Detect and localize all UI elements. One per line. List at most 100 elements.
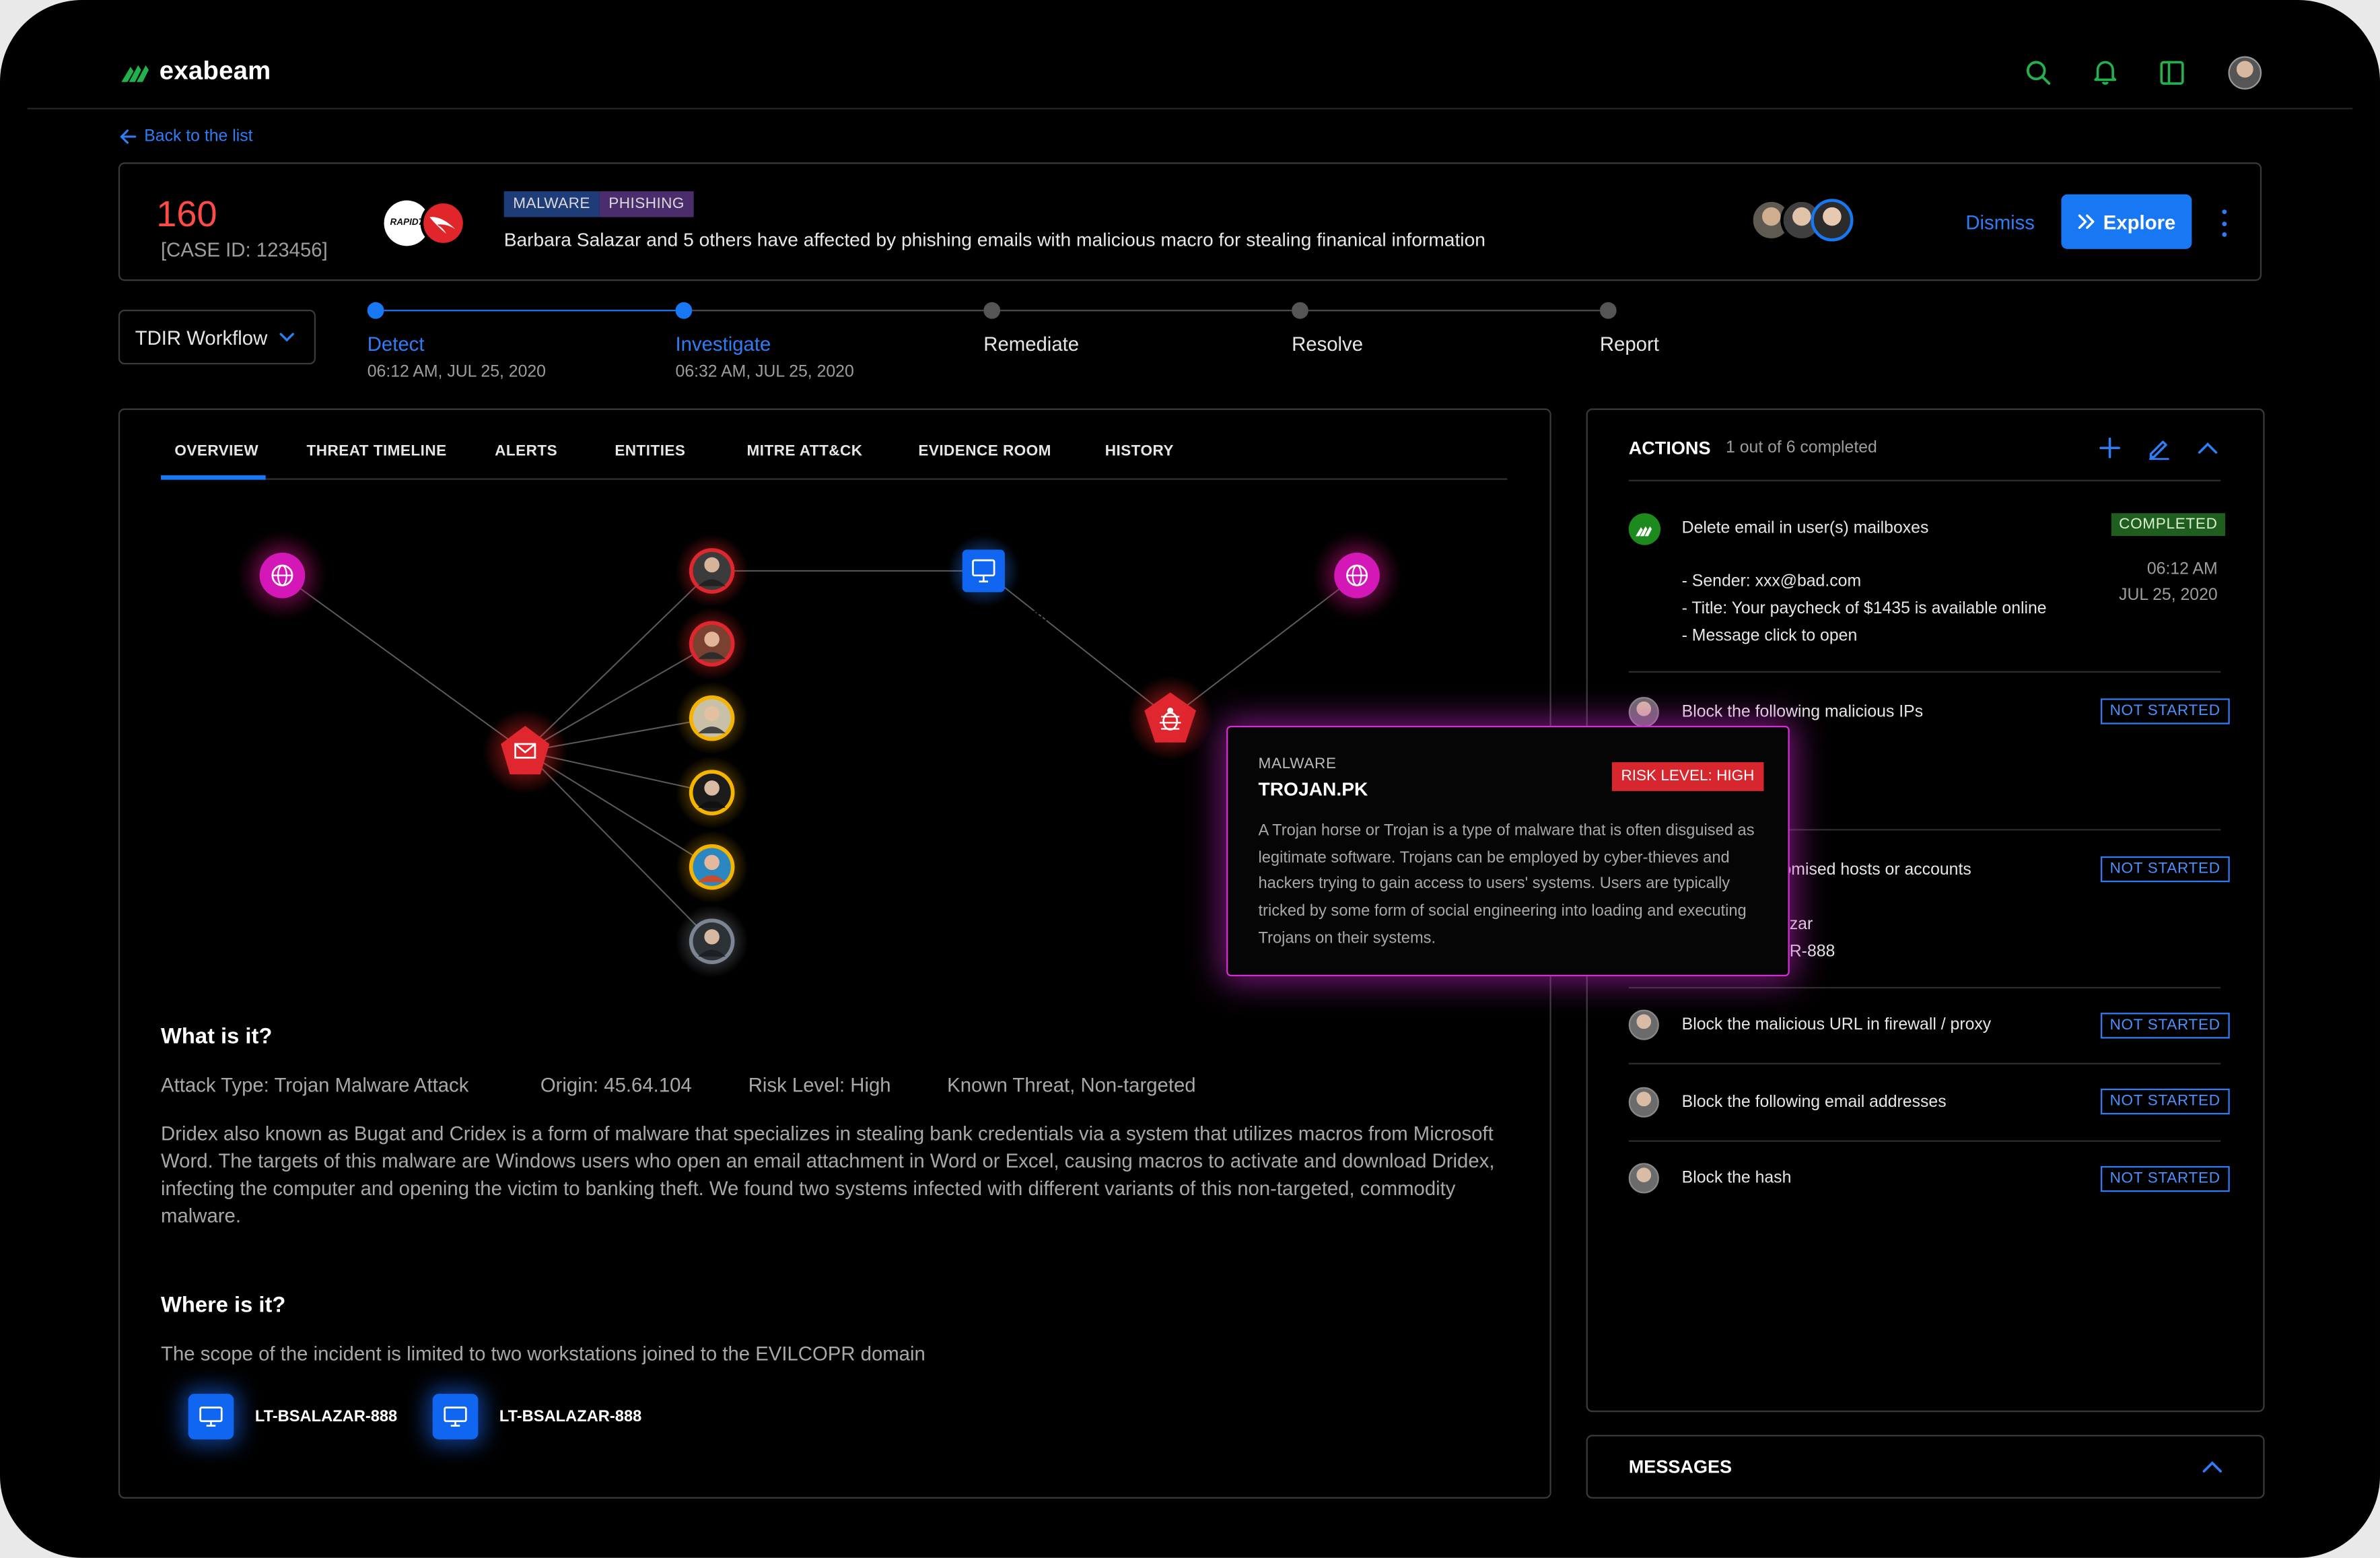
action-item-label[interactable]: Block the malicious URL in firewall / pr…	[1682, 1016, 1992, 1034]
action-item-label[interactable]: Block the following malicious IPs	[1682, 703, 1923, 721]
brand-logo[interactable]: exabeam	[120, 56, 271, 86]
tab-mitre-attack[interactable]: MITRE ATT&CK	[747, 443, 863, 460]
what-is-it-heading: What is it?	[161, 1025, 273, 1050]
status-badge-not-started: NOT STARTED	[2101, 1013, 2230, 1039]
chevron-up-icon[interactable]	[2198, 442, 2218, 454]
action-item-label[interactable]: omised hosts or accounts	[1782, 861, 1971, 879]
explore-button[interactable]: Explore	[2061, 194, 2192, 249]
action-detail-message[interactable]: - Message click to open	[1682, 623, 1858, 650]
back-link-label: Back to the list	[144, 127, 253, 146]
step-report[interactable]: Report	[1600, 333, 1659, 355]
add-icon[interactable]	[2099, 437, 2121, 459]
status-badge-not-started: NOT STARTED	[2101, 1088, 2230, 1115]
user-node[interactable]	[675, 681, 748, 755]
assignee-avatar[interactable]	[1628, 697, 1659, 728]
step-connector	[692, 310, 984, 312]
tab-evidence-room[interactable]: EVIDENCE ROOM	[918, 443, 1051, 460]
step-remediate-dot	[983, 302, 1001, 319]
step-connector	[1000, 310, 1292, 312]
host-chip[interactable]: LT-BSALAZAR-888	[432, 1394, 641, 1440]
user-node[interactable]	[675, 607, 748, 681]
bell-icon[interactable]	[2092, 58, 2120, 86]
case-description: Barbara Salazar and 5 others have affect…	[503, 229, 1485, 251]
action-item-label[interactable]: Delete email in user(s) mailboxes	[1682, 519, 1929, 537]
ip-node-right[interactable]	[1311, 530, 1403, 621]
tab-active-indicator	[161, 475, 266, 480]
more-options-icon[interactable]	[2216, 209, 2231, 237]
email-node[interactable]	[483, 709, 568, 794]
user-node[interactable]	[675, 756, 748, 829]
user-node[interactable]	[675, 534, 748, 608]
step-connector	[1308, 310, 1600, 312]
workflow-select[interactable]: TDIR Workflow	[118, 310, 316, 365]
origin: Origin: 45.64.104	[540, 1073, 692, 1097]
affected-user-avatar[interactable]	[1811, 199, 1854, 242]
malware-node-label: TROJAN.PK	[1129, 758, 1218, 775]
step-investigate-dot	[675, 302, 693, 319]
threat-classification: Known Threat, Non-targeted	[947, 1073, 1196, 1097]
host-chip[interactable]: LT-BSALAZAR-888	[188, 1394, 397, 1440]
attack-type: Attack Type: Trojan Malware Attack	[161, 1073, 469, 1097]
tab-divider	[161, 478, 1508, 480]
status-badge-not-started: NOT STARTED	[2101, 698, 2230, 724]
step-connector	[384, 310, 676, 312]
action-detail-sender: - Sender: xxx@bad.com	[1681, 572, 1862, 591]
sidebar-panel-icon[interactable]	[2159, 59, 2186, 87]
double-chevron-right-icon	[2078, 214, 2094, 229]
chevron-up-icon[interactable]	[2202, 1460, 2222, 1472]
chevron-down-icon	[279, 332, 295, 341]
edit-icon[interactable]	[2146, 436, 2171, 461]
tab-overview[interactable]: OVERVIEW	[174, 443, 258, 460]
tab-alerts[interactable]: ALERTS	[495, 443, 557, 460]
ip-node-left-label: 45.64.104	[248, 618, 316, 635]
workflow-select-value: TDIR Workflow	[135, 325, 268, 349]
action-detail-title: - Title: Your paycheck of $1435 is avail…	[1681, 599, 2047, 618]
assignee-avatar[interactable]	[1628, 1087, 1659, 1118]
action-detail: zar	[1789, 915, 1813, 934]
tab-history[interactable]: HISTORY	[1105, 443, 1174, 460]
step-report-dot	[1599, 302, 1617, 319]
where-is-it-heading: Where is it?	[161, 1293, 286, 1318]
step-detect[interactable]: Detect	[368, 333, 425, 355]
explore-label: Explore	[2103, 210, 2176, 234]
monitor-icon	[432, 1394, 479, 1440]
action-completed-date: JUL 25, 2020	[2119, 586, 2218, 605]
case-risk-score: 160	[156, 194, 217, 236]
user-node[interactable]	[675, 830, 748, 904]
tooltip-type: MALWARE	[1258, 756, 1337, 773]
status-badge-completed: COMPLETED	[2111, 513, 2225, 537]
tab-threat-timeline[interactable]: THREAT TIMELINE	[307, 443, 447, 460]
step-resolve[interactable]: Resolve	[1292, 333, 1363, 355]
host-node[interactable]	[947, 534, 1020, 608]
action-item-label[interactable]: Block the following email addresses	[1682, 1093, 1947, 1112]
step-detect-time: 06:12 AM, JUL 25, 2020	[367, 362, 546, 382]
actions-title: ACTIONS	[1628, 437, 1711, 459]
assignee-avatar[interactable]	[1628, 1163, 1659, 1194]
actions-progress: 1 out of 6 completed	[1726, 438, 1877, 457]
tag-malware: MALWARE	[503, 191, 600, 217]
tooltip-title: TROJAN.PK	[1258, 778, 1368, 801]
tag-phishing: PHISHING	[599, 191, 694, 217]
host-node-label: LT-BSALAZAR-888	[913, 607, 1048, 624]
app-window: exabeam Back to the list 160 [CASE ID: 1…	[0, 0, 2380, 1558]
action-item-label[interactable]: Block the hash	[1682, 1169, 1792, 1187]
back-to-list-link[interactable]: Back to the list	[120, 127, 253, 146]
user-node[interactable]	[675, 905, 748, 978]
step-detect-dot	[367, 302, 384, 319]
step-resolve-dot	[1292, 302, 1308, 319]
step-investigate[interactable]: Investigate	[676, 333, 771, 355]
search-icon[interactable]	[2025, 59, 2052, 87]
tooltip-description: A Trojan horse or Trojan is a type of ma…	[1258, 821, 1755, 947]
exabeam-logo-icon	[121, 65, 149, 82]
ip-node-left[interactable]	[236, 530, 328, 621]
assignee-avatar[interactable]	[1628, 1009, 1659, 1040]
case-id: [CASE ID: 123456]	[161, 238, 328, 261]
falcon-icon	[429, 217, 456, 234]
risk-level-badge: RISK LEVEL: HIGH	[1611, 762, 1764, 791]
tab-entities[interactable]: ENTITIES	[615, 443, 685, 460]
dismiss-button[interactable]: Dismiss	[1965, 211, 2035, 234]
step-remediate[interactable]: Remediate	[983, 333, 1079, 355]
user-avatar[interactable]	[2228, 56, 2262, 90]
malware-description: Dridex also known as Bugat and Cridex is…	[161, 1122, 1495, 1227]
malware-node[interactable]	[1127, 675, 1213, 761]
